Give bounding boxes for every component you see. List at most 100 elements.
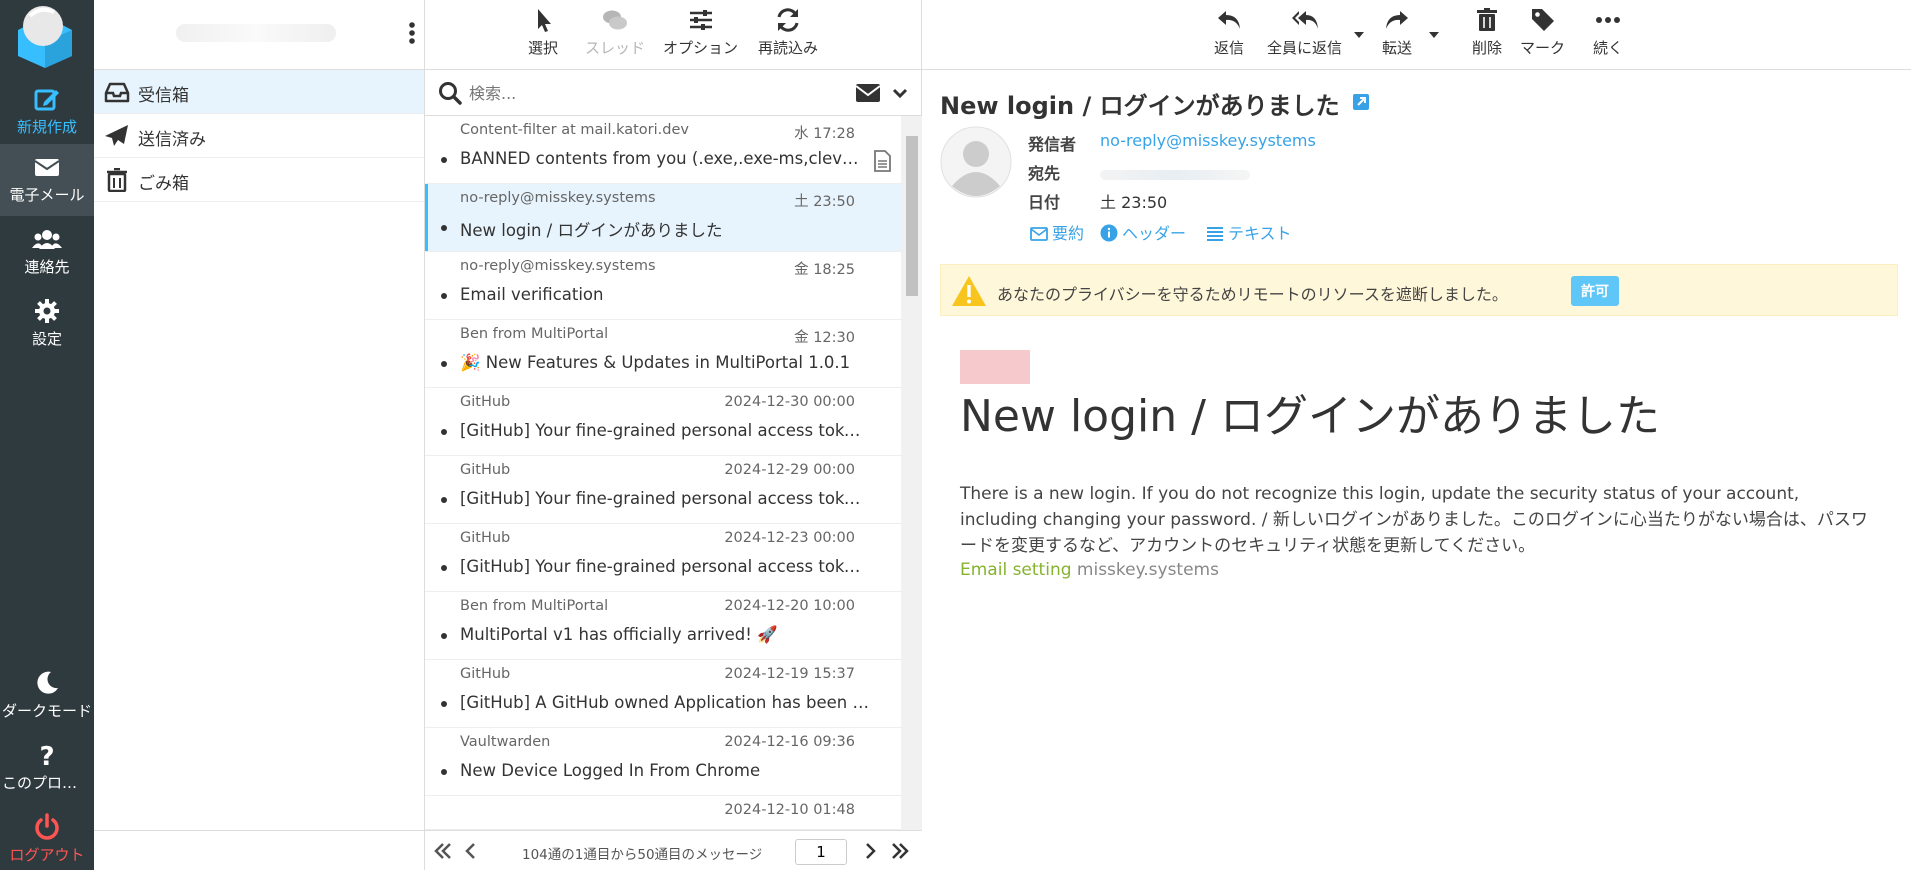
app-rail: 新規作成 電子メール 連絡先 設定 ダークモード ? このプログラ ログアウト xyxy=(0,0,94,870)
message-row[interactable]: Vaultwarden 2024-12-16 09:36 New Device … xyxy=(425,728,901,796)
select-label: 選択 xyxy=(528,39,559,57)
email-setting-link[interactable]: Email setting xyxy=(960,560,1072,580)
delete-button[interactable]: 削除 xyxy=(1472,6,1502,58)
page-number-input[interactable] xyxy=(795,839,847,865)
forward-icon xyxy=(1386,11,1408,29)
svg-text:?: ? xyxy=(39,742,54,770)
remote-content-warning: あなたのプライバシーを守るためリモートのリソースを遮断しました。 許可 xyxy=(940,264,1898,316)
inbox-icon xyxy=(104,82,130,103)
plain-text-link[interactable]: テキスト xyxy=(1206,220,1292,244)
tag-icon xyxy=(1531,9,1554,31)
search-input[interactable] xyxy=(469,78,819,108)
logout-button[interactable]: ログアウト xyxy=(0,804,94,870)
folder-sent[interactable]: 送信済み xyxy=(94,114,424,158)
envelope-icon xyxy=(34,159,60,176)
settings-button[interactable]: 設定 xyxy=(0,288,94,360)
reply-label: 返信 xyxy=(1214,39,1245,57)
chevron-down-icon[interactable] xyxy=(891,84,909,102)
thread-label: スレッド xyxy=(585,39,646,57)
mail-button[interactable]: 電子メール xyxy=(0,144,94,216)
message-from: Vaultwarden xyxy=(460,734,551,750)
more-button[interactable]: 続く xyxy=(1593,6,1623,58)
headers-label: ヘッダー xyxy=(1122,224,1187,243)
cursor-icon xyxy=(538,9,551,32)
dark-mode-button[interactable]: ダークモード xyxy=(0,660,94,732)
message-row[interactable]: Ben from MultiPortal 金 12:30 🎉 New Featu… xyxy=(425,320,901,388)
unread-dot xyxy=(441,565,447,571)
unread-dot xyxy=(441,497,447,503)
message-list-scrollbar[interactable] xyxy=(901,116,922,830)
external-link-icon[interactable] xyxy=(1352,93,1370,111)
reply-button[interactable]: 返信 xyxy=(1214,6,1244,58)
folder-trash[interactable]: ごみ箱 xyxy=(94,158,424,202)
previous-page-icon[interactable] xyxy=(459,839,483,863)
plain-text-label: テキスト xyxy=(1228,224,1292,243)
trash-icon xyxy=(107,168,127,192)
body-text: There is a new login. If you do not reco… xyxy=(960,484,1868,556)
mark-label: マーク xyxy=(1520,39,1566,57)
folder-pane: 受信箱 送信済み ごみ箱 xyxy=(94,0,425,870)
message-row[interactable]: GitHub 2024-12-19 15:37 [GitHub] A GitHu… xyxy=(425,660,901,728)
search-icon[interactable] xyxy=(437,80,463,106)
forward-label: 転送 xyxy=(1382,39,1413,57)
headers-link[interactable]: ヘッダー xyxy=(1100,220,1186,244)
about-button[interactable]: ? このプログラムについて xyxy=(0,732,94,804)
message-list-pane: 選択 スレッド オプション 再読込み 検索... Content-filter … xyxy=(425,0,922,870)
reply-icon xyxy=(1218,11,1240,29)
message-date: 土 23:50 xyxy=(794,194,855,210)
message-row[interactable]: Ben from MultiPortal 2024-12-20 10:00 Mu… xyxy=(425,592,901,660)
privacy-notice-text: あなたのプライバシーを守るためリモートのリソースを遮断しました。 xyxy=(997,285,1508,304)
roundcube-logo[interactable] xyxy=(12,2,78,68)
compose-button[interactable]: 新規作成 xyxy=(0,76,94,148)
trash-icon xyxy=(1477,8,1497,31)
unread-dot xyxy=(441,225,447,231)
next-page-icon[interactable] xyxy=(858,839,882,863)
message-row-partial[interactable]: 2024-12-10 01:48 xyxy=(425,796,901,830)
options-label: オプション xyxy=(663,39,739,57)
message-row[interactable]: GitHub 2024-12-30 00:00 [GitHub] Your fi… xyxy=(425,388,901,456)
message-subject: Email verification xyxy=(460,285,604,304)
attachment-file-icon xyxy=(874,150,891,172)
message-row[interactable]: GitHub 2024-12-23 00:00 [GitHub] Your fi… xyxy=(425,524,901,592)
message-subject: [GitHub] Your fine-grained personal acce… xyxy=(460,489,870,508)
allow-remote-button[interactable]: 許可 xyxy=(1571,276,1619,306)
settings-label: 設定 xyxy=(31,330,62,348)
message-row[interactable]: GitHub 2024-12-29 00:00 [GitHub] Your fi… xyxy=(425,456,901,524)
message-subject: MultiPortal v1 has officially arrived! 🚀 xyxy=(460,625,778,644)
select-button[interactable]: 選択 xyxy=(528,6,558,58)
reply-all-label: 全員に返信 xyxy=(1267,39,1343,57)
forward-dropdown-icon[interactable] xyxy=(1428,30,1440,40)
unread-dot xyxy=(441,633,447,639)
reply-all-dropdown-icon[interactable] xyxy=(1353,30,1365,40)
message-date: 2024-12-19 15:37 xyxy=(724,666,855,682)
message-subject: New Device Logged In From Chrome xyxy=(460,761,761,780)
first-page-icon[interactable] xyxy=(431,839,455,863)
forward-button[interactable]: 転送 xyxy=(1382,6,1412,58)
folder-inbox[interactable]: 受信箱 xyxy=(94,70,424,114)
refresh-button[interactable]: 再読込み xyxy=(758,6,818,58)
compose-icon xyxy=(34,89,59,111)
folder-label: ごみ箱 xyxy=(138,174,189,194)
sender-address-link[interactable]: no-reply@misskey.systems xyxy=(1100,131,1316,150)
account-header xyxy=(94,0,425,70)
summary-link[interactable]: 要約 xyxy=(1030,220,1084,244)
options-button[interactable]: オプション xyxy=(663,6,738,58)
pagination-count: 104通の1通目から50通目のメッセージ xyxy=(522,847,763,863)
scrollbar-thumb[interactable] xyxy=(906,136,918,296)
info-icon xyxy=(1100,224,1118,242)
mark-button[interactable]: マーク xyxy=(1520,6,1565,58)
thread-button[interactable]: スレッド xyxy=(585,6,645,58)
search-bar xyxy=(425,70,922,116)
question-icon: ? xyxy=(39,742,54,770)
message-row[interactable]: no-reply@misskey.systems 金 18:25 Email v… xyxy=(425,252,901,320)
reply-all-button[interactable]: 全員に返信 xyxy=(1267,6,1342,58)
contacts-icon xyxy=(32,230,62,249)
sender-avatar xyxy=(940,126,1012,198)
reading-pane: 返信 全員に返信 転送 削除 マーク 続く New login / ログインがあ… xyxy=(922,0,1911,870)
last-page-icon[interactable] xyxy=(888,839,912,863)
message-row[interactable]: Content-filter at mail.katori.dev 水 17:2… xyxy=(425,116,901,184)
envelope-icon[interactable] xyxy=(855,82,881,104)
message-row-selected[interactable]: no-reply@misskey.systems 土 23:50 New log… xyxy=(425,184,901,252)
kebab-menu-icon[interactable] xyxy=(405,18,419,48)
contacts-button[interactable]: 連絡先 xyxy=(0,216,94,288)
